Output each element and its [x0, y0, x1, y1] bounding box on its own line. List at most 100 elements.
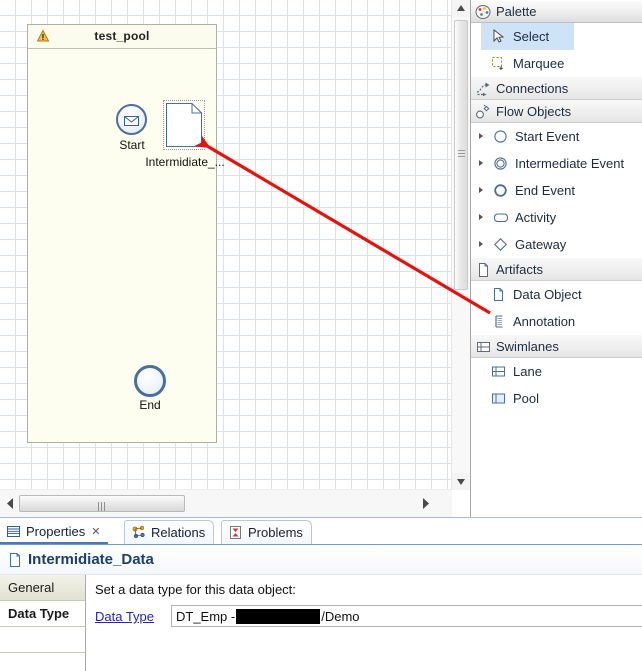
document-icon	[8, 552, 22, 568]
side-tab-label: General	[8, 580, 55, 595]
lane-icon	[491, 364, 509, 380]
view-tabbar: Properties ✕ Relations Problems	[0, 518, 642, 545]
palette-item-label: Activity	[515, 210, 557, 225]
properties-title-bar: Intermidiate_Data	[0, 545, 642, 575]
pool-header[interactable]: test_pool	[28, 25, 216, 49]
chevron-right-icon[interactable]	[479, 214, 483, 220]
scroll-grip-icon	[458, 150, 465, 160]
palette-item-label: Pool	[513, 391, 540, 406]
tab-properties[interactable]: Properties ✕	[0, 520, 109, 544]
palette-panel[interactable]: Palette Select Marquee Connections Flow …	[470, 0, 642, 517]
scroll-left-arrow-icon[interactable]	[6, 497, 16, 513]
selection-handles	[163, 100, 205, 150]
canvas-horizontal-scrollbar[interactable]	[0, 489, 452, 517]
palette-item-start-event[interactable]: Start Event	[471, 123, 642, 150]
relations-icon	[131, 525, 146, 540]
properties-side-tabs[interactable]: General Data Type	[0, 575, 86, 671]
palette-group-label: Flow Objects	[496, 104, 572, 119]
palette-item-pool[interactable]: Pool	[471, 385, 642, 412]
scroll-down-arrow-icon[interactable]	[452, 473, 470, 490]
side-tab-empty	[0, 627, 85, 653]
palette-header[interactable]: Palette	[471, 0, 642, 23]
vertical-scroll-thumb[interactable]	[454, 20, 468, 290]
palette-group-flow-objects[interactable]: Flow Objects	[471, 100, 642, 123]
palette-item-label: Lane	[513, 364, 542, 379]
palette-item-label: Data Object	[513, 287, 582, 302]
chevron-right-icon[interactable]	[479, 160, 483, 166]
data-object-label: Intermidiate_...	[145, 155, 225, 169]
scroll-right-arrow-icon[interactable]	[420, 497, 430, 513]
palette-item-data-object[interactable]: Data Object	[471, 281, 642, 308]
redacted-block	[236, 608, 321, 624]
annotation-icon	[491, 314, 509, 330]
properties-content: Set a data type for this data object: Da…	[87, 575, 642, 671]
side-tab-general[interactable]: General	[0, 575, 85, 601]
palette-group-connections[interactable]: Connections	[471, 77, 642, 100]
close-icon[interactable]: ✕	[91, 525, 100, 538]
double-circle-icon	[493, 156, 511, 172]
palette-item-label: Intermediate Event	[515, 156, 625, 171]
data-type-value-prefix: DT_Emp -	[176, 608, 236, 624]
tab-label: Relations	[151, 525, 206, 540]
pool-title: test_pool	[94, 29, 150, 43]
palette-item-gateway[interactable]: Gateway	[471, 231, 642, 258]
chevron-right-icon[interactable]	[479, 241, 483, 247]
palette-group-label: Artifacts	[496, 262, 543, 277]
eclipse-bpmn-editor-window: test_pool Start Intermidiate_... End Pal…	[0, 0, 642, 671]
palette-item-label: End Event	[515, 183, 575, 198]
palette-item-annotation[interactable]: Annotation	[471, 308, 642, 335]
palette-item-label: Select	[513, 29, 550, 44]
tab-relations[interactable]: Relations	[124, 520, 215, 544]
swimlane-icon	[475, 339, 492, 355]
chevron-right-icon[interactable]	[479, 187, 483, 193]
circle-thin-icon	[493, 129, 511, 145]
properties-body: General Data Type Set a data type for th…	[0, 575, 642, 671]
end-event-label: End	[139, 398, 161, 412]
side-tab-data-type[interactable]: Data Type	[0, 601, 85, 627]
horizontal-scroll-thumb[interactable]	[19, 495, 185, 512]
chevron-right-icon[interactable]	[479, 133, 483, 139]
diagram-canvas[interactable]: test_pool Start Intermidiate_... End	[0, 0, 452, 490]
tab-problems[interactable]: Problems	[221, 520, 312, 544]
marquee-icon	[491, 56, 509, 72]
document-icon	[475, 262, 492, 278]
connections-icon	[475, 81, 492, 97]
data-type-link[interactable]: Data Type	[95, 609, 154, 624]
scroll-grip-icon	[98, 500, 107, 511]
properties-icon	[6, 524, 21, 539]
scroll-up-arrow-icon[interactable]	[452, 0, 470, 17]
pool-icon	[491, 391, 509, 407]
palette-header-label: Palette	[496, 4, 537, 19]
palette-item-select[interactable]: Select	[481, 23, 574, 50]
palette-item-marquee[interactable]: Marquee	[471, 50, 642, 77]
palette-group-label: Swimlanes	[496, 339, 559, 354]
palette-item-end-event[interactable]: End Event	[471, 177, 642, 204]
problems-icon	[228, 525, 243, 540]
palette-item-label: Marquee	[513, 56, 565, 71]
palette-group-label: Connections	[496, 81, 569, 96]
side-tab-empty	[0, 653, 85, 671]
rounded-rect-icon	[493, 210, 511, 226]
palette-item-lane[interactable]: Lane	[471, 358, 642, 385]
palette-item-label: Gateway	[515, 237, 567, 252]
cursor-arrow-icon	[491, 28, 509, 45]
flow-objects-icon	[475, 104, 492, 120]
page-title: Intermidiate_Data	[28, 551, 154, 568]
envelope-icon	[124, 115, 139, 126]
palette-item-label: Annotation	[513, 314, 576, 329]
end-event-shape[interactable]	[134, 365, 166, 397]
palette-item-intermediate-event[interactable]: Intermediate Event	[471, 150, 642, 177]
palette-item-label: Start Event	[515, 129, 580, 144]
tab-label: Problems	[248, 525, 303, 540]
data-type-input[interactable]: DT_Emp - /Demo	[171, 605, 642, 627]
palette-group-artifacts[interactable]: Artifacts	[471, 258, 642, 281]
data-type-value-suffix: /Demo	[321, 608, 360, 624]
start-message-event-shape[interactable]	[116, 104, 147, 135]
palette-item-activity[interactable]: Activity	[471, 204, 642, 231]
canvas-vertical-scrollbar[interactable]	[451, 0, 470, 490]
properties-view: Properties ✕ Relations Problems Intermid…	[0, 517, 642, 671]
diagram-editor-area[interactable]: test_pool Start Intermidiate_... End	[0, 0, 470, 517]
data-object-shape[interactable]	[163, 100, 205, 150]
palette-group-swimlanes[interactable]: Swimlanes	[471, 335, 642, 358]
bpmn-pool[interactable]: test_pool Start Intermidiate_... End	[27, 24, 225, 443]
